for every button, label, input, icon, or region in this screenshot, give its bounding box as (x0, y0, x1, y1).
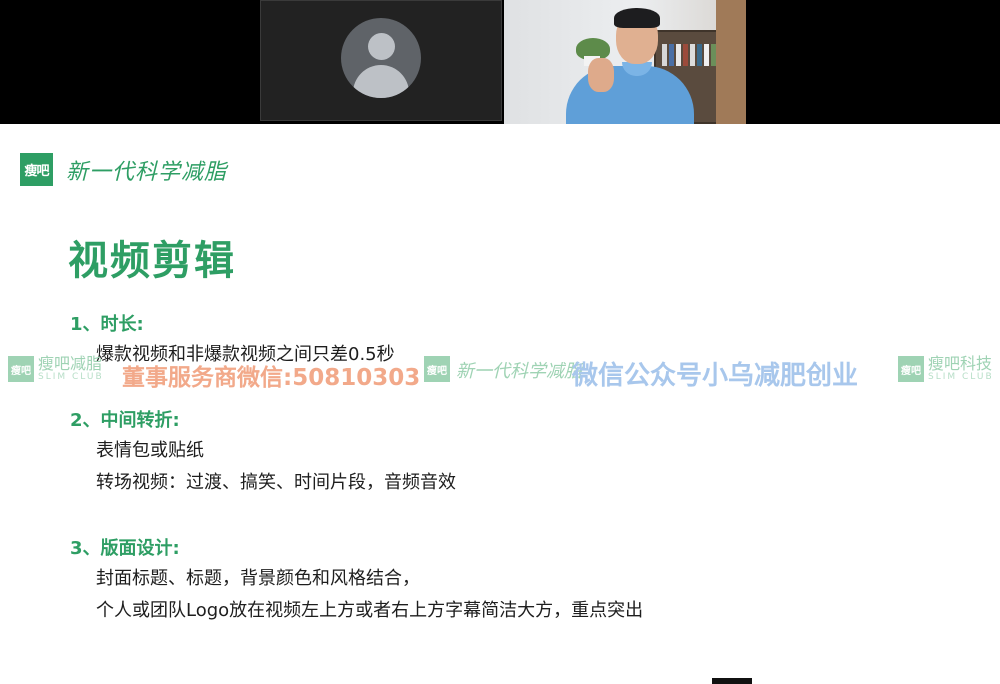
brand-logo: 瘦吧 (20, 153, 53, 186)
watermark-logo-icon: 瘦吧 (8, 356, 34, 382)
watermark-contact: 董事服务商微信:50810303 (122, 365, 421, 391)
video-call-bar (0, 0, 1000, 124)
brand-slogan: 新一代科学减脂 (66, 160, 228, 185)
slide-title: 视频剪辑 (68, 238, 236, 284)
section-line: 表情包或贴纸 (96, 440, 204, 461)
watermark-wechat-account: 微信公众号小乌减肥创业 (572, 361, 859, 391)
timestamp-strip (712, 678, 752, 684)
section-line: 个人或团队Logo放在视频左上方或者右上方字幕简洁大方，重点突出 (96, 600, 644, 621)
participant-tile-video[interactable] (504, 0, 746, 124)
watermark-slogan: 新一代科学减脂 (456, 361, 582, 382)
section-heading: 3、版面设计: (70, 538, 180, 559)
person-silhouette-icon (341, 18, 421, 98)
section-line: 转场视频：过渡、搞笑、时间片段，音频音效 (96, 472, 456, 493)
section-heading: 2、中间转折: (70, 410, 180, 431)
section-heading: 1、时长: (70, 314, 144, 335)
participant-tile-avatar[interactable] (260, 0, 502, 121)
watermark-logo-icon: 瘦吧 (898, 356, 924, 382)
watermark-logo-icon: 瘦吧 (424, 356, 450, 382)
shared-slide: 瘦吧 新一代科学减脂 视频剪辑 1、时长: 爆款视频和非爆款视频之间只差0.5秒… (0, 124, 1000, 684)
watermark-brand-right: 瘦吧科技 SLIM CLUB (928, 354, 994, 383)
watermark-brand-left: 瘦吧减脂 SLIM CLUB (38, 354, 104, 383)
section-line: 封面标题、标题，背景颜色和风格结合， (96, 568, 420, 589)
